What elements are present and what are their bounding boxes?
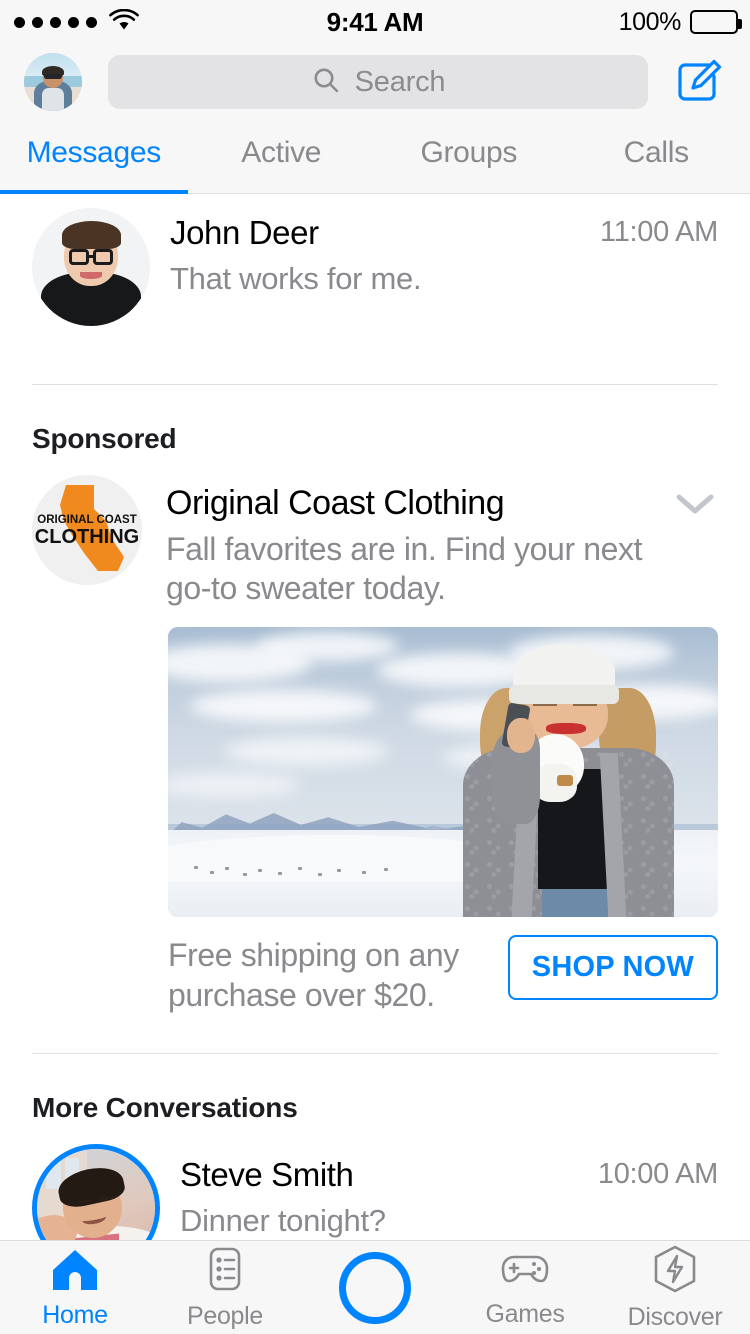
tab-active[interactable]: Active xyxy=(188,120,376,194)
conversation-timestamp: 10:00 AM xyxy=(597,1157,718,1190)
avatar[interactable] xyxy=(24,53,82,111)
tab-messages[interactable]: Messages xyxy=(0,120,188,194)
conversation-list[interactable]: John Deer That works for me. 11:00 AM Sp… xyxy=(0,194,750,1240)
people-list-icon xyxy=(201,1245,249,1298)
status-bar-right: 100% xyxy=(618,0,742,44)
tab-calls[interactable]: Calls xyxy=(563,120,750,194)
nav-camera[interactable] xyxy=(300,1241,450,1334)
shop-now-button[interactable]: SHOP NOW xyxy=(507,934,718,1000)
discover-bolt-icon xyxy=(651,1244,699,1299)
tab-active-label: Active xyxy=(241,136,322,169)
sponsored-section-label: Sponsored xyxy=(32,423,177,454)
list-item[interactable]: John Deer That works for me. 11:00 AM xyxy=(0,194,750,326)
nav-home-label: Home xyxy=(42,1300,108,1329)
chevron-down-icon[interactable] xyxy=(672,475,718,517)
search-icon xyxy=(311,65,341,100)
list-item[interactable]: Steve Smith Dinner tonight? 10:00 AM xyxy=(0,1134,750,1240)
conversation-snippet: That works for me. xyxy=(170,261,422,297)
nav-people[interactable]: People xyxy=(150,1241,300,1334)
gamepad-icon xyxy=(498,1247,552,1296)
app-header: Search xyxy=(0,44,750,120)
sponsored-ad-body: Fall favorites are in. Find your next go… xyxy=(166,530,643,607)
list-item-text: John Deer That works for me. xyxy=(150,208,600,300)
conversation-name: John Deer xyxy=(170,214,319,251)
conversation-timestamp: 11:00 AM xyxy=(600,216,718,248)
conversation-snippet: Dinner tonight? xyxy=(180,1202,386,1238)
bottom-navigation: Home People Games Discover xyxy=(0,1240,750,1334)
tab-messages-label: Messages xyxy=(26,136,162,169)
tab-groups-label: Groups xyxy=(420,136,518,169)
tab-strip: Messages Active Groups Calls xyxy=(0,120,750,194)
avatar[interactable] xyxy=(32,208,150,326)
nav-people-label: People xyxy=(186,1301,264,1330)
advertiser-logo[interactable]: ORIGINAL COAST CLOTHING xyxy=(32,475,142,585)
sponsored-ad-text: Original Coast Clothing Fall favorites a… xyxy=(142,475,672,609)
avatar[interactable] xyxy=(37,1148,155,1240)
nav-games[interactable]: Games xyxy=(450,1241,600,1334)
list-item-text: Steve Smith Dinner tonight? xyxy=(160,1144,598,1240)
home-icon xyxy=(50,1246,100,1297)
svg-text:CLOTHING: CLOTHING xyxy=(35,526,139,548)
messenger-screen: 9:41 AM 100% Search Messages Active Grou… xyxy=(0,0,750,1334)
sponsored-ad-cta-row: Free shipping on any purchase over $20. … xyxy=(168,917,718,1015)
svg-text:ORIGINAL COAST: ORIGINAL COAST xyxy=(37,514,136,526)
sponsored-ad-image[interactable] xyxy=(168,626,718,917)
nav-discover-label: Discover xyxy=(627,1302,723,1331)
more-conversations-label: More Conversations xyxy=(32,1091,298,1123)
nav-games-label: Games xyxy=(485,1299,565,1328)
camera-circle-icon[interactable] xyxy=(339,1251,411,1324)
battery-full-icon xyxy=(690,10,742,34)
search-input[interactable]: Search xyxy=(108,55,648,109)
battery-percent-label: 100% xyxy=(618,7,682,36)
search-placeholder: Search xyxy=(354,65,446,98)
tab-groups[interactable]: Groups xyxy=(375,120,563,194)
sponsored-ad-header: ORIGINAL COAST CLOTHING Original Coast C… xyxy=(32,465,718,609)
conversation-name: Steve Smith xyxy=(180,1155,354,1193)
compose-icon[interactable] xyxy=(670,56,728,108)
sponsored-ad[interactable]: ORIGINAL COAST CLOTHING Original Coast C… xyxy=(0,465,750,1015)
nav-home[interactable]: Home xyxy=(0,1241,150,1334)
tab-calls-label: Calls xyxy=(623,136,689,169)
status-bar: 9:41 AM 100% xyxy=(0,0,750,44)
advertiser-name: Original Coast Clothing xyxy=(166,484,505,522)
sponsored-ad-offer: Free shipping on any purchase over $20. xyxy=(168,936,459,1013)
nav-discover[interactable]: Discover xyxy=(600,1241,750,1334)
